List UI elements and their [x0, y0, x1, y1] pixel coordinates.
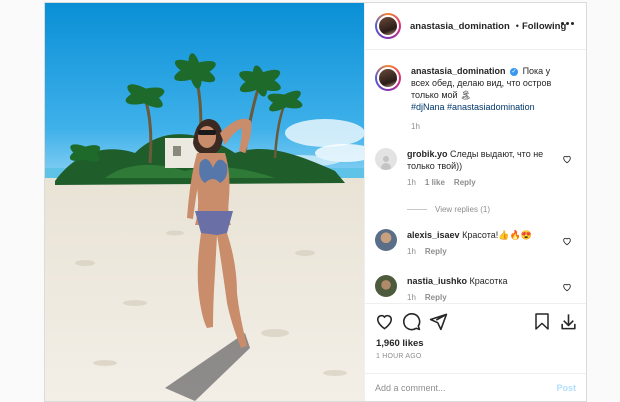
reply-button[interactable]: Reply: [454, 177, 476, 189]
following-button[interactable]: Following: [522, 21, 566, 32]
post-comment-button[interactable]: Post: [556, 383, 576, 393]
author-username[interactable]: anastasia_domination: [410, 21, 510, 32]
share-icon[interactable]: [429, 312, 448, 331]
comment-username[interactable]: alexis_isaev: [407, 230, 460, 240]
comment-text: Красота!👍🔥😍: [462, 230, 532, 240]
caption-avatar[interactable]: [375, 65, 401, 91]
post-header: anastasia_domination • Following: [365, 3, 586, 50]
add-comment-bar: Post: [365, 373, 586, 402]
caption-time[interactable]: 1h: [411, 121, 420, 133]
comments-list: anastasia_domination ✓ Пока у всех обед,…: [365, 51, 586, 303]
like-comment-icon[interactable]: [562, 236, 572, 246]
more-icon[interactable]: [561, 22, 574, 25]
comment-username[interactable]: nastia_iushko: [407, 276, 467, 286]
comment-avatar[interactable]: [375, 148, 397, 170]
like-comment-icon[interactable]: [562, 282, 572, 292]
action-icons: [375, 312, 578, 334]
comment-username[interactable]: grobik.yo: [407, 149, 448, 159]
bookmark-icon[interactable]: [533, 312, 551, 331]
likes-count[interactable]: 1,960 likes: [376, 338, 424, 349]
view-replies-button[interactable]: View replies (1): [407, 205, 490, 214]
caption-username[interactable]: anastasia_domination: [411, 66, 506, 76]
author-avatar[interactable]: [375, 13, 401, 39]
comment-item: alexis_isaev Красота!👍🔥😍 1h Reply: [375, 229, 580, 258]
like-comment-icon[interactable]: [562, 154, 572, 164]
instagram-post: anastasia_domination • Following anastas…: [44, 2, 587, 402]
verified-icon: ✓: [510, 67, 519, 76]
reply-button[interactable]: Reply: [425, 292, 447, 303]
comment-time[interactable]: 1h: [407, 246, 416, 258]
comment-item: nastia_iushko Красотка 1h Reply: [375, 275, 580, 303]
post-photo[interactable]: [45, 3, 364, 401]
comment-avatar[interactable]: [375, 229, 397, 251]
caption-hashtags[interactable]: #djNana #anastasiadomination: [411, 102, 535, 112]
header-separator: •: [515, 21, 519, 31]
comment-icon[interactable]: [402, 312, 421, 331]
reply-button[interactable]: Reply: [425, 246, 447, 258]
post-timestamp[interactable]: 1 HOUR AGO: [376, 353, 422, 360]
comment-time[interactable]: 1h: [407, 177, 416, 189]
comment-likes[interactable]: 1 like: [425, 177, 445, 189]
author-avatar-image: [377, 15, 399, 37]
post-actions: 1,960 likes 1 HOUR AGO Post: [365, 303, 586, 401]
download-icon[interactable]: [559, 312, 578, 331]
comment-item: grobik.yo Следы выдают, что не только тв…: [375, 148, 580, 189]
beach-photo-illustration: [45, 3, 364, 401]
add-comment-input[interactable]: [375, 383, 557, 393]
comment-time[interactable]: 1h: [407, 292, 416, 303]
post-side-panel: anastasia_domination • Following anastas…: [364, 3, 586, 401]
caption: anastasia_domination ✓ Пока у всех обед,…: [375, 65, 580, 133]
heart-icon[interactable]: [375, 312, 394, 331]
comment-avatar[interactable]: [375, 275, 397, 297]
caption-emoji: 🏝: [460, 90, 472, 100]
comment-text: Красотка: [469, 276, 508, 286]
